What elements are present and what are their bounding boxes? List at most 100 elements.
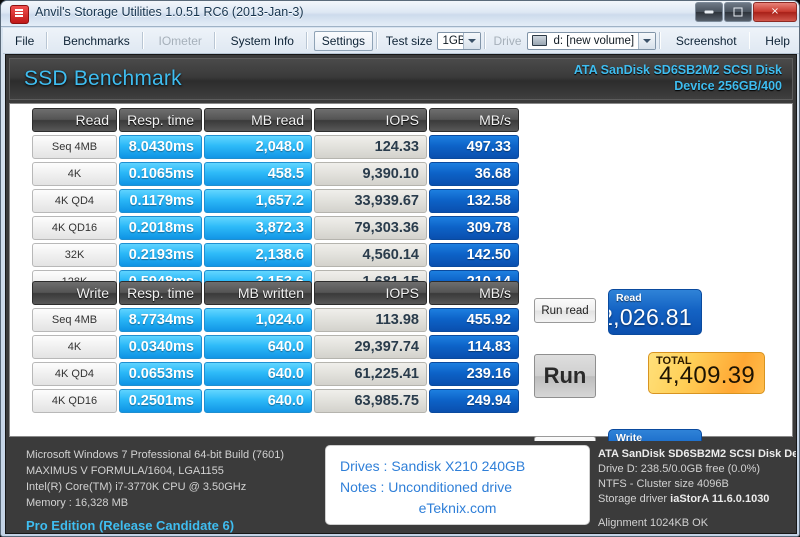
table-row: 4K QD16 0.2018ms 3,872.3 79,303.36 309.7… bbox=[32, 216, 522, 240]
row-label: 4K QD4 bbox=[32, 189, 117, 213]
cell-iops: 63,985.75 bbox=[314, 389, 427, 413]
cell-mb: 2,048.0 bbox=[204, 135, 312, 159]
table-row: 4K QD16 0.2501ms 640.0 63,985.75 249.94 bbox=[32, 389, 522, 413]
drive-info-driver-value: iaStorA 11.6.0.1030 bbox=[670, 493, 770, 505]
benchmark-banner: SSD Benchmark ATA SanDisk SD6SB2M2 SCSI … bbox=[9, 58, 793, 100]
table-row: 4K QD4 0.0653ms 640.0 61,225.41 239.16 bbox=[32, 362, 522, 386]
column-header-iops: IOPS bbox=[314, 281, 427, 305]
system-info-panel: Microsoft Windows 7 Professional 64-bit … bbox=[26, 447, 316, 533]
minimize-icon bbox=[704, 10, 714, 14]
close-button[interactable]: × bbox=[753, 2, 797, 22]
drive-info-driver-row: Storage driver iaStorA 11.6.0.1030 bbox=[598, 492, 796, 507]
menu-item-system-info[interactable]: System Info bbox=[222, 31, 303, 51]
drive-info-title: ATA SanDisk SD6SB2M2 SCSI Disk Devi bbox=[598, 448, 797, 460]
drive-info-capacity: Drive D: 238.5/0.0GB free (0.0%) bbox=[598, 463, 761, 475]
cell-iops: 4,560.14 bbox=[314, 243, 427, 267]
menu-separator bbox=[213, 32, 216, 49]
menu-separator bbox=[305, 32, 308, 49]
column-header-read: Read bbox=[32, 108, 117, 132]
row-label: 32K bbox=[32, 243, 117, 267]
cell-mb: 1,657.2 bbox=[204, 189, 312, 213]
drive-info-filesystem: NTFS - Cluster size 4096B bbox=[598, 478, 729, 490]
menu-item-file[interactable]: File bbox=[6, 31, 43, 51]
cell-mbs: 132.58 bbox=[429, 189, 519, 213]
system-memory: Memory : 16,328 MB bbox=[26, 497, 129, 509]
run-read-button[interactable]: Run read bbox=[534, 298, 596, 323]
cell-mbs: 142.50 bbox=[429, 243, 519, 267]
system-motherboard: MAXIMUS V FORMULA/1604, LGA1155 bbox=[26, 465, 224, 477]
column-header-mb-written: MB written bbox=[204, 281, 312, 305]
cell-mbs: 497.33 bbox=[429, 135, 519, 159]
table-row: 32K 0.2193ms 2,138.6 4,560.14 142.50 bbox=[32, 243, 522, 267]
footer-pane: Microsoft Windows 7 Professional 64-bit … bbox=[9, 441, 796, 533]
run-button[interactable]: Run bbox=[534, 354, 596, 398]
cell-resp-time: 0.0340ms bbox=[119, 335, 202, 359]
cell-mb: 3,872.3 bbox=[204, 216, 312, 240]
page-title: SSD Benchmark bbox=[24, 67, 182, 90]
cell-mbs: 36.68 bbox=[429, 162, 519, 186]
cell-mb: 640.0 bbox=[204, 389, 312, 413]
system-cpu: Intel(R) Core(TM) i7-3770K CPU @ 3.50GHz bbox=[26, 481, 247, 493]
device-header: ATA SanDisk SD6SB2M2 SCSI Disk Device 25… bbox=[574, 62, 782, 94]
test-size-label: Test size bbox=[385, 33, 433, 48]
menu-item-benchmarks[interactable]: Benchmarks bbox=[54, 31, 139, 51]
cell-mb: 458.5 bbox=[204, 162, 312, 186]
cell-mb: 1,024.0 bbox=[204, 308, 312, 332]
cell-resp-time: 0.0653ms bbox=[119, 362, 202, 386]
row-label: 4K bbox=[32, 335, 117, 359]
row-label: 4K QD16 bbox=[32, 216, 117, 240]
minimize-button[interactable] bbox=[695, 2, 723, 22]
cell-iops: 33,939.67 bbox=[314, 189, 427, 213]
chevron-down-icon[interactable] bbox=[638, 32, 656, 49]
system-os: Microsoft Windows 7 Professional 64-bit … bbox=[26, 449, 285, 461]
cell-iops: 113.98 bbox=[314, 308, 427, 332]
cell-mbs: 239.16 bbox=[429, 362, 519, 386]
table-row: 4K 0.0340ms 640.0 29,397.74 114.83 bbox=[32, 335, 522, 359]
maximize-icon bbox=[733, 7, 743, 17]
menu-bar: File Benchmarks IOmeter System Info Sett… bbox=[3, 28, 799, 54]
menu-separator bbox=[748, 32, 751, 49]
cell-resp-time: 0.2193ms bbox=[119, 243, 202, 267]
column-header-iops: IOPS bbox=[314, 108, 427, 132]
notes-text: Notes : Unconditioned drive bbox=[340, 479, 512, 495]
window-title: Anvil's Storage Utilities 1.0.51 RC6 (20… bbox=[35, 5, 304, 19]
total-score-badge: TOTAL 4,409.39 bbox=[648, 352, 765, 394]
table-header-row: Write Resp. time MB written IOPS MB/s bbox=[32, 281, 522, 305]
table-row: 4K QD4 0.1179ms 1,657.2 33,939.67 132.58 bbox=[32, 189, 522, 213]
cell-resp-time: 0.1179ms bbox=[119, 189, 202, 213]
drive-info-panel: ATA SanDisk SD6SB2M2 SCSI Disk Devi Driv… bbox=[598, 447, 797, 533]
cell-mbs: 114.83 bbox=[429, 335, 519, 359]
drive-label: Drive bbox=[493, 33, 522, 48]
chevron-down-icon[interactable] bbox=[462, 32, 480, 49]
device-name: ATA SanDisk SD6SB2M2 SCSI Disk bbox=[573, 63, 782, 77]
cell-resp-time: 0.1065ms bbox=[119, 162, 202, 186]
cell-resp-time: 0.2018ms bbox=[119, 216, 202, 240]
menu-item-help[interactable]: Help bbox=[756, 31, 799, 51]
cell-iops: 124.33 bbox=[314, 135, 427, 159]
cell-resp-time: 0.2501ms bbox=[119, 389, 202, 413]
maximize-button[interactable] bbox=[724, 2, 752, 22]
drive-info-alignment: Alignment 1024KB OK bbox=[598, 517, 709, 529]
menu-separator bbox=[483, 32, 486, 49]
notes-drives: Drives : Sandisk X210 240GB bbox=[340, 458, 526, 474]
row-label: Seq 4MB bbox=[32, 135, 117, 159]
test-size-select[interactable]: 1GB bbox=[437, 31, 481, 50]
edition-label: Pro Edition (Release Candidate 6) bbox=[26, 518, 235, 533]
anvil-app-icon bbox=[10, 5, 29, 24]
cell-resp-time: 8.7734ms bbox=[119, 308, 202, 332]
drive-info-driver-label: Storage driver bbox=[598, 493, 668, 505]
menu-item-settings[interactable]: Settings bbox=[313, 30, 374, 51]
cell-iops: 79,303.36 bbox=[314, 216, 427, 240]
app-body: SSD Benchmark ATA SanDisk SD6SB2M2 SCSI … bbox=[5, 54, 797, 534]
menu-separator bbox=[141, 32, 144, 49]
read-score-badge: Read 2,026.81 bbox=[608, 289, 702, 335]
menu-separator bbox=[376, 32, 378, 49]
cell-iops: 9,390.10 bbox=[314, 162, 427, 186]
drive-select[interactable]: d: [new volume] bbox=[526, 31, 657, 50]
table-header-row: Read Resp. time MB read IOPS MB/s bbox=[32, 108, 522, 132]
menu-item-screenshot[interactable]: Screenshot bbox=[667, 31, 746, 51]
write-results-table: Write Resp. time MB written IOPS MB/s Se… bbox=[32, 281, 522, 416]
read-score-label: Read bbox=[616, 292, 642, 304]
cell-mbs: 309.78 bbox=[429, 216, 519, 240]
